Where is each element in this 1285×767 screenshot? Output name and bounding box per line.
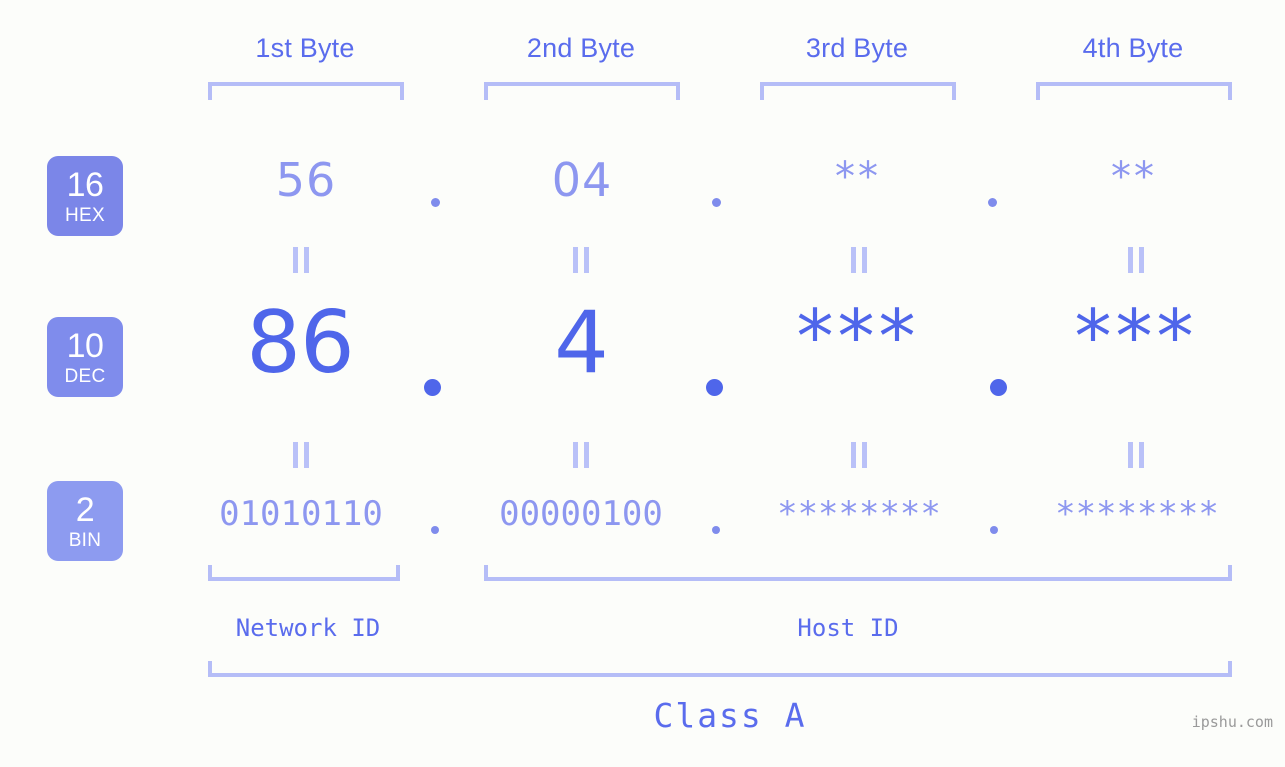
radix-badge-dec-label: DEC <box>64 365 106 387</box>
hex-byte-4: ** <box>1111 154 1157 200</box>
host-id-label: Host ID <box>797 614 899 642</box>
byte-bracket-2 <box>484 82 680 100</box>
dec-dot-separator-1 <box>424 379 441 396</box>
dec-byte-4: *** <box>1074 294 1198 380</box>
radix-badge-bin-number: 2 <box>75 490 95 529</box>
byte-header-2: 2nd Byte <box>526 33 636 63</box>
equals-icon-2-3 <box>851 442 867 468</box>
dec-dot-separator-2 <box>706 379 723 396</box>
radix-badge-bin: 2 BIN <box>47 481 123 561</box>
hex-byte-1: 56 <box>275 153 337 207</box>
hex-byte-3: ** <box>835 154 881 200</box>
equals-icon-2-1 <box>293 442 309 468</box>
radix-badge-hex-label: HEX <box>65 204 105 226</box>
bin-dot-separator-1 <box>431 526 439 534</box>
hex-dot-separator-3 <box>988 198 997 207</box>
dec-dot-separator-3 <box>990 379 1007 396</box>
ip-address-breakdown-diagram: 1st Byte 2nd Byte 3rd Byte 4th Byte 16 H… <box>0 0 1285 767</box>
byte-bracket-1 <box>208 82 404 100</box>
radix-badge-bin-label: BIN <box>68 529 102 551</box>
dec-byte-3: *** <box>796 294 920 380</box>
hex-byte-2: 04 <box>551 153 613 207</box>
byte-bracket-3 <box>760 82 956 100</box>
equals-icon-1-1 <box>293 247 309 273</box>
host-id-bracket <box>484 565 1232 581</box>
byte-bracket-4 <box>1036 82 1232 100</box>
network-id-label: Network ID <box>235 614 381 642</box>
dec-byte-2: 4 <box>554 293 609 393</box>
radix-badge-dec: 10 DEC <box>47 317 123 397</box>
radix-badge-dec-number: 10 <box>66 326 104 365</box>
watermark: ipshu.com <box>1191 713 1273 731</box>
bin-byte-1: 01010110 <box>219 494 383 534</box>
bin-dot-separator-3 <box>990 526 998 534</box>
byte-header-4: 4th Byte <box>1082 33 1184 63</box>
byte-header-3: 3rd Byte <box>805 33 909 63</box>
equals-icon-2-2 <box>573 442 589 468</box>
equals-icon-1-3 <box>851 247 867 273</box>
bin-byte-4: ******** <box>1055 494 1219 534</box>
equals-icon-1-2 <box>573 247 589 273</box>
byte-header-1: 1st Byte <box>255 33 355 63</box>
equals-icon-1-4 <box>1128 247 1144 273</box>
class-bracket <box>208 661 1232 677</box>
hex-dot-separator-1 <box>431 198 440 207</box>
equals-icon-2-4 <box>1128 442 1144 468</box>
class-label: Class A <box>653 696 807 735</box>
dec-byte-1: 86 <box>246 293 354 393</box>
radix-badge-hex: 16 HEX <box>47 156 123 236</box>
bin-dot-separator-2 <box>712 526 720 534</box>
bin-byte-3: ******** <box>777 494 941 534</box>
hex-dot-separator-2 <box>712 198 721 207</box>
network-id-bracket <box>208 565 400 581</box>
radix-badge-hex-number: 16 <box>66 165 104 204</box>
bin-byte-2: 00000100 <box>499 494 663 534</box>
